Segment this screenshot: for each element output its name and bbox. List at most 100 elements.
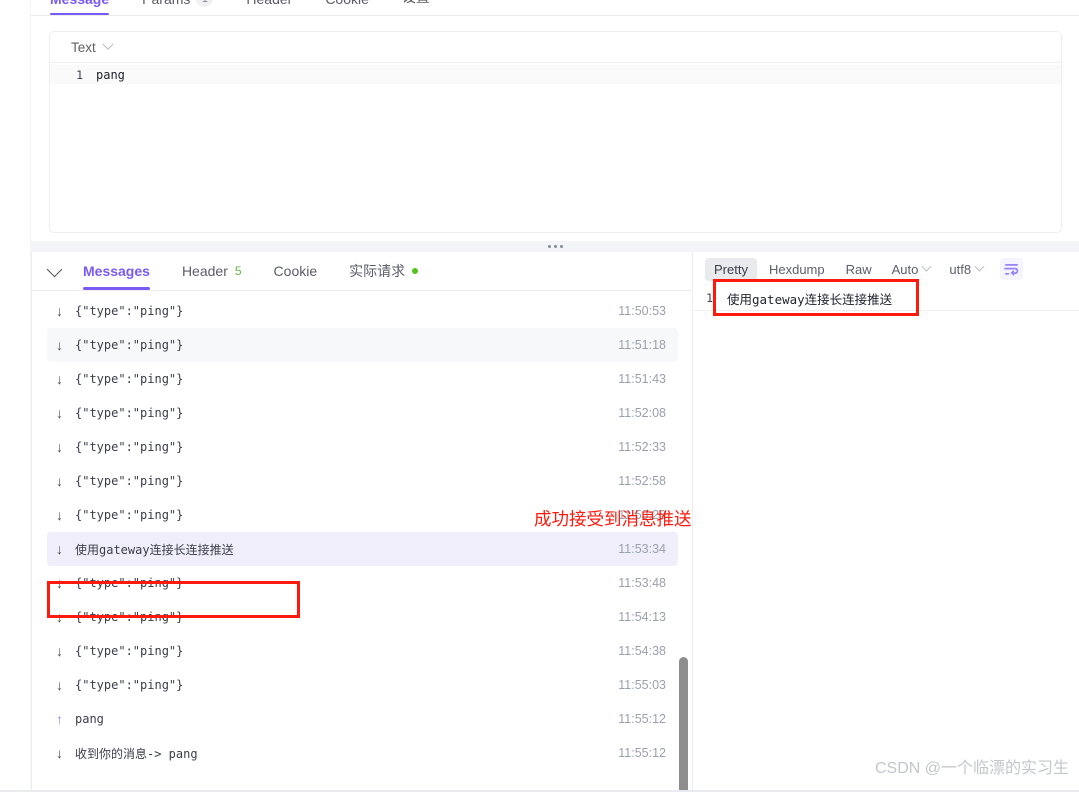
arrow-down-icon: ↓ xyxy=(56,337,63,353)
message-time: 11:55:03 xyxy=(618,678,666,692)
status-dot-icon xyxy=(412,267,419,274)
message-row[interactable]: ↓ {"type":"ping"} 11:52:33 xyxy=(47,430,678,464)
message-row[interactable]: ↓ {"type":"ping"} 11:54:38 xyxy=(47,634,678,668)
message-text: {"type":"ping"} xyxy=(75,440,184,454)
message-row[interactable]: ↓ {"type":"ping"} 11:50:53 xyxy=(47,294,678,328)
message-time: 11:54:38 xyxy=(618,644,666,658)
message-text: 使用gateway连接长连接推送 xyxy=(75,542,234,557)
message-text: {"type":"ping"} xyxy=(75,644,184,658)
message-row[interactable]: ↓ {"type":"ping"} 11:54:13 xyxy=(47,600,678,634)
arrow-down-icon: ↓ xyxy=(56,303,63,319)
message-text: {"type":"ping"} xyxy=(75,338,184,352)
message-text: {"type":"ping"} xyxy=(75,474,184,488)
preview-pane: Pretty Hexdump Raw Auto utf8 1 使用gateway… xyxy=(693,252,1079,792)
message-row[interactable]: ↑ pang 11:55:12 xyxy=(47,702,678,736)
tab-params-badge: 1 xyxy=(196,0,214,7)
editor-line-number: 1 xyxy=(76,67,83,82)
body-format-select[interactable]: Text xyxy=(71,38,114,55)
watermark-text: CSDN @一个临漂的实习生 xyxy=(874,760,1069,777)
message-row[interactable]: ↓ {"type":"ping"} 11:55:03 xyxy=(47,668,678,702)
message-row[interactable]: ↓ {"type":"ping"} 11:53:48 xyxy=(47,566,678,600)
editor-line-content: pang xyxy=(96,67,125,82)
body-format-value: Text xyxy=(71,39,96,55)
message-time: 11:51:43 xyxy=(618,372,666,386)
tab-header-label: Header xyxy=(246,0,292,7)
tab-response-header-badge: 5 xyxy=(234,263,242,278)
text-wrap-toggle[interactable] xyxy=(1000,258,1024,280)
arrow-down-icon: ↓ xyxy=(56,371,63,387)
message-time: 11:52:33 xyxy=(618,440,666,454)
tab-actual-request[interactable]: 实际请求 xyxy=(349,251,419,292)
arrow-down-icon: ↓ xyxy=(56,541,63,557)
tab-settings[interactable]: 设置 xyxy=(402,0,430,15)
message-time: 11:54:13 xyxy=(618,610,666,624)
chevron-down-icon xyxy=(921,261,932,272)
editor-line[interactable]: 1 pang xyxy=(50,65,1061,84)
message-row[interactable]: ↓ 收到你的消息-> pang 11:55:12 xyxy=(47,736,678,770)
tab-message-label: Message xyxy=(50,0,109,7)
chevron-down-icon xyxy=(974,261,985,272)
editor-code-area[interactable]: 1 pang xyxy=(50,63,1061,84)
auto-format-select[interactable]: Auto xyxy=(884,258,939,281)
tab-actual-request-label: 实际请求 xyxy=(349,262,406,279)
tab-cookie-label: Cookie xyxy=(325,0,369,7)
message-time: 11:55:12 xyxy=(618,712,666,726)
tab-response-cookie-label: Cookie xyxy=(273,262,318,279)
tab-params[interactable]: Params 1 xyxy=(142,0,214,15)
tab-header[interactable]: Header xyxy=(246,0,292,15)
message-text: {"type":"ping"} xyxy=(75,304,184,318)
view-mode-pretty[interactable]: Pretty xyxy=(705,257,757,281)
tab-messages-label: Messages xyxy=(83,262,150,279)
auto-format-value: Auto xyxy=(891,261,919,277)
message-row[interactable]: ↓ {"type":"ping"} 11:51:43 xyxy=(47,362,678,396)
view-mode-hexdump[interactable]: Hexdump xyxy=(760,258,834,281)
tab-settings-label: 设置 xyxy=(402,0,430,7)
preview-line-number: 1 xyxy=(706,291,713,305)
preview-code-line[interactable]: 1 使用gateway连接长连接推送 xyxy=(693,286,1079,311)
chevron-down-icon xyxy=(102,38,114,50)
tab-cookie[interactable]: Cookie xyxy=(325,0,369,15)
arrow-down-icon: ↓ xyxy=(56,473,63,489)
message-row[interactable]: ↓ {"type":"ping"} 11:52:58 xyxy=(47,464,678,498)
message-text: {"type":"ping"} xyxy=(75,372,184,386)
message-text: 收到你的消息-> pang xyxy=(75,746,198,761)
tab-response-cookie[interactable]: Cookie xyxy=(274,253,318,290)
drag-handle-dots-icon xyxy=(547,245,563,248)
tab-messages[interactable]: Messages xyxy=(83,253,150,290)
message-text: {"type":"ping"} xyxy=(75,406,184,420)
tab-params-label: Params xyxy=(142,0,190,7)
message-list[interactable]: ↓ {"type":"ping"} 11:50:53 ↓ {"type":"pi… xyxy=(32,291,692,791)
message-time: 11:53:34 xyxy=(618,542,666,556)
chevron-down-icon[interactable] xyxy=(46,261,63,277)
message-row[interactable]: ↓ {"type":"ping"} 11:52:08 xyxy=(47,396,678,430)
horizontal-splitter[interactable] xyxy=(31,241,1079,252)
app-root: Message Params 1 Header Cookie 设置 Text 1… xyxy=(0,0,1079,792)
message-time: 11:52:08 xyxy=(618,406,666,420)
arrow-down-icon: ↓ xyxy=(56,439,63,455)
message-time: 11:52:58 xyxy=(618,474,666,488)
view-mode-raw[interactable]: Raw xyxy=(837,258,881,281)
preview-toolbar: Pretty Hexdump Raw Auto utf8 xyxy=(693,252,1079,286)
tab-message[interactable]: Message xyxy=(50,0,110,15)
messages-pane: Messages Header 5 Cookie 实际请求 ↓ {"type":… xyxy=(32,252,693,792)
message-text: {"type":"ping"} xyxy=(75,678,184,692)
arrow-down-icon: ↓ xyxy=(56,507,63,523)
tab-response-header-label: Header xyxy=(181,262,228,279)
charset-value: utf8 xyxy=(949,261,972,277)
arrow-down-icon: ↓ xyxy=(56,677,63,693)
message-row[interactable]: ↓ {"type":"ping"} 11:51:18 xyxy=(47,328,678,362)
arrow-down-icon: ↓ xyxy=(56,745,63,761)
message-list-scrollbar[interactable] xyxy=(679,657,688,791)
tab-response-header[interactable]: Header 5 xyxy=(182,253,242,290)
arrow-down-icon: ↓ xyxy=(56,609,63,625)
text-wrap-icon xyxy=(1004,263,1019,275)
message-time: 11:51:18 xyxy=(618,338,666,352)
request-body-editor: Text 1 pang xyxy=(49,31,1062,233)
editor-toolbar: Text xyxy=(50,32,1061,63)
messages-tab-bar: Messages Header 5 Cookie 实际请求 xyxy=(32,252,692,291)
message-row-selected[interactable]: ↓ 使用gateway连接长连接推送 11:53:34 xyxy=(47,532,678,566)
annotation-callout: 成功接受到消息推送 xyxy=(534,509,692,529)
message-text: {"type":"ping"} xyxy=(75,610,184,624)
charset-select[interactable]: utf8 xyxy=(941,258,991,281)
message-text: {"type":"ping"} xyxy=(75,576,184,590)
